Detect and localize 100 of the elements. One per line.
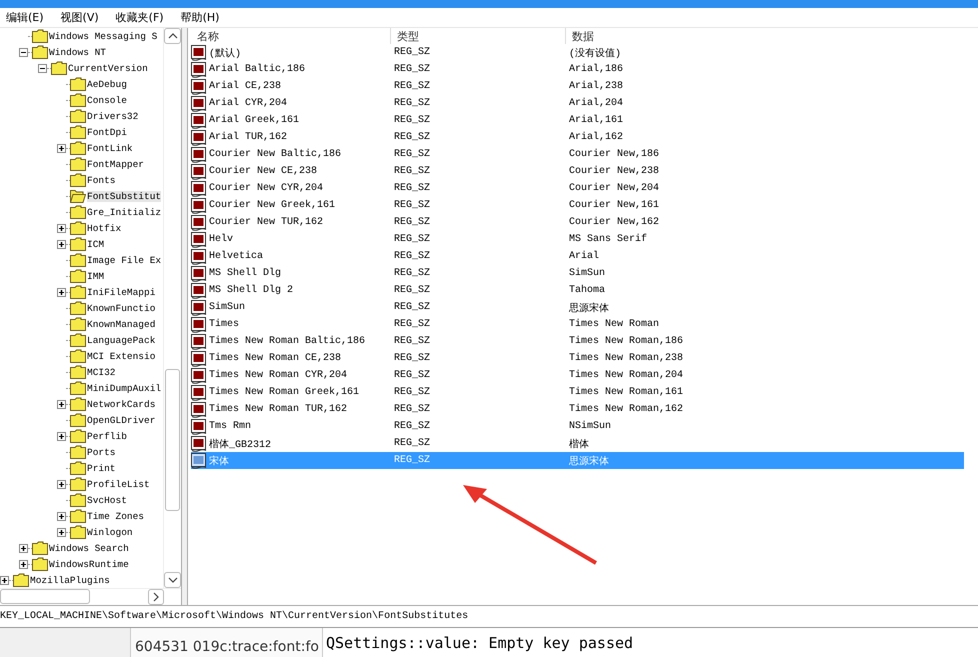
expand-icon[interactable] [57,512,66,520]
menu-item[interactable]: 视图(V) [60,10,99,25]
value-type: REG_SZ [394,370,432,381]
expand-icon[interactable] [57,400,66,408]
value-name: Arial CE,238 [208,81,282,92]
tree-item[interactable]: IniFileMappi [87,286,156,298]
tree-item[interactable]: AeDebug [87,78,127,90]
tree-item[interactable]: Image File Ex [87,254,162,266]
tree-item[interactable]: Winlogon [87,526,133,538]
column-header[interactable]: 名称 [191,28,391,44]
tree-item[interactable]: ProfileList [87,478,150,490]
value-row[interactable]: Helvetica REG_SZ Arial [191,248,964,265]
expand-icon[interactable] [57,528,66,536]
value-row[interactable]: Helv REG_SZ MS Sans Serif [191,231,964,248]
string-value-icon [191,214,207,230]
tree-item[interactable]: Gre_Initializ [87,206,162,218]
scroll-right-button[interactable] [148,589,164,605]
value-row[interactable]: MS Shell Dlg 2 REG_SZ Tahoma [191,282,964,299]
collapse-icon[interactable] [38,64,47,72]
value-row[interactable]: Arial CYR,204 REG_SZ Arial,204 [191,95,964,112]
expand-icon[interactable] [57,144,66,152]
string-value-icon [191,232,207,248]
scrollbar-thumb[interactable] [0,589,90,604]
tree-item[interactable]: Hotfix [87,222,122,234]
value-row[interactable]: Arial Baltic,186 REG_SZ Arial,186 [191,61,964,78]
value-row[interactable]: 楷体_GB2312 REG_SZ 楷体 [191,435,964,452]
tree-item[interactable]: WindowsRuntime [49,558,129,570]
scroll-up-button[interactable] [164,28,181,44]
collapse-icon[interactable] [19,48,28,56]
string-value-icon [191,402,207,418]
tree-item[interactable]: Fonts [87,174,116,186]
tree-item[interactable]: LanguagePack [87,334,156,346]
tree-item[interactable]: KnownManaged [87,318,156,330]
value-name: Times New Roman CE,238 [208,353,342,364]
value-row[interactable]: (默认) REG_SZ (没有设值) [191,44,964,61]
expand-icon[interactable] [57,224,66,232]
column-header[interactable]: 类型 [391,28,566,44]
value-row[interactable]: MS Shell Dlg REG_SZ SimSun [191,265,964,282]
tree-item[interactable]: Drivers32 [87,110,138,122]
tree-item[interactable]: Windows Search [49,542,129,554]
tree-item[interactable]: FontSubstitut [87,190,162,202]
scrollbar-thumb[interactable] [165,369,180,511]
value-row[interactable]: Courier New CYR,204 REG_SZ Courier New,204 [191,180,964,197]
tree-item[interactable]: FontDpi [87,126,127,138]
value-row[interactable]: Courier New TUR,162 REG_SZ Courier New,162 [191,214,964,231]
expand-icon[interactable] [57,240,66,248]
value-row[interactable]: Arial Greek,161 REG_SZ Arial,161 [191,112,964,129]
tree-item[interactable]: FontMapper [87,158,144,170]
value-row[interactable]: Times REG_SZ Times New Roman [191,316,964,333]
expand-icon[interactable] [57,480,66,488]
value-row[interactable]: Courier New Baltic,186 REG_SZ Courier New,186 [191,146,964,163]
value-row[interactable]: Times New Roman Baltic,186 REG_SZ Times New Roman,186 [191,333,964,350]
tree-item[interactable]: MiniDumpAuxil [87,382,162,394]
tree-item[interactable]: NetworkCards [87,398,156,410]
tree-item[interactable]: Print [87,462,116,474]
value-row[interactable]: Courier New CE,238 REG_SZ Courier New,238 [191,163,964,180]
tree-item[interactable]: CurrentVersion [68,62,148,74]
expand-icon[interactable] [57,432,66,440]
tree-item[interactable]: Console [87,94,127,106]
menu-item[interactable]: 编辑(E) [6,10,44,25]
string-value-icon [191,62,207,78]
tree-item[interactable]: MCI Extensio [87,350,156,362]
menu-item[interactable]: 收藏夹(F) [116,10,164,25]
tree-item[interactable]: MozillaPlugins [30,574,110,586]
tree-item[interactable]: MCI32 [87,366,116,378]
value-data: (没有设值) [569,47,622,60]
value-row[interactable]: Times New Roman TUR,162 REG_SZ Times New Roman,162 [191,401,964,418]
value-name: Arial CYR,204 [208,98,288,109]
value-row[interactable]: Times New Roman CE,238 REG_SZ Times New Roman,238 [191,350,964,367]
value-row[interactable]: Times New Roman CYR,204 REG_SZ Times New Roman,204 [191,367,964,384]
tree-item[interactable]: SvcHost [87,494,127,506]
tree-item[interactable]: FontLink [87,142,133,154]
value-row[interactable]: Arial CE,238 REG_SZ Arial,238 [191,78,964,95]
scroll-down-button[interactable] [164,572,181,588]
tree-item[interactable]: Perflib [87,430,127,442]
tree-item[interactable]: IMM [87,270,104,282]
expand-icon[interactable] [19,560,28,568]
value-row[interactable]: SimSun REG_SZ 思源宋体 [191,299,964,316]
vertical-scrollbar[interactable] [163,28,181,588]
expand-icon[interactable] [57,288,66,296]
tree-item[interactable]: Windows NT [49,46,106,58]
value-row[interactable]: Courier New Greek,161 REG_SZ Courier New,161 [191,197,964,214]
column-header[interactable]: 数据 [566,28,966,44]
tree-item[interactable]: Ports [87,446,116,458]
value-data: Courier New,186 [569,149,660,160]
tree-item[interactable]: KnownFunctio [87,302,156,314]
horizontal-scrollbar[interactable] [0,588,181,605]
value-row[interactable]: Tms Rmn REG_SZ NSimSun [191,418,964,435]
value-data: Arial [569,251,600,262]
tree-item[interactable]: Time Zones [87,510,144,522]
tree-item[interactable]: ICM [87,238,104,250]
tree-item[interactable]: Windows Messaging S [49,30,158,42]
menu-item[interactable]: 帮助(H) [180,10,220,25]
value-row[interactable]: Times New Roman Greek,161 REG_SZ Times New Roman,161 [191,384,964,401]
expand-icon[interactable] [0,576,9,584]
value-data: Arial,161 [569,115,624,126]
tree-item[interactable]: OpenGLDriver [87,414,156,426]
expand-icon[interactable] [19,544,28,552]
value-data: Times New Roman,162 [569,404,684,415]
value-row[interactable]: Arial TUR,162 REG_SZ Arial,162 [191,129,964,146]
